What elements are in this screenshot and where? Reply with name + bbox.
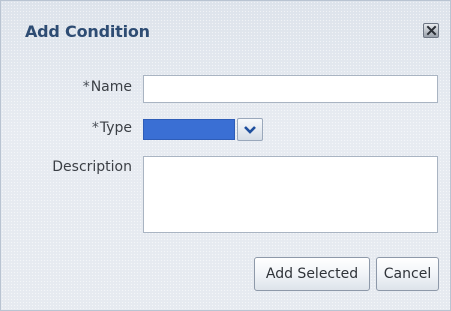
chevron-down-icon bbox=[244, 126, 256, 134]
type-dropdown-button[interactable] bbox=[237, 118, 263, 141]
description-label: Description bbox=[52, 159, 132, 175]
name-label: *Name bbox=[83, 79, 132, 95]
name-required-marker: * bbox=[82, 79, 90, 95]
type-label: *Type bbox=[92, 120, 132, 136]
description-textarea[interactable] bbox=[143, 156, 438, 233]
close-button[interactable] bbox=[423, 23, 439, 38]
type-select[interactable] bbox=[143, 119, 235, 140]
close-icon bbox=[426, 25, 437, 36]
dialog-title: Add Condition bbox=[25, 22, 150, 41]
add-condition-dialog: Add Condition *Name *Type Description Ad… bbox=[0, 0, 451, 311]
type-required-marker: * bbox=[91, 120, 99, 136]
cancel-button[interactable]: Cancel bbox=[376, 257, 439, 291]
type-label-text: Type bbox=[99, 120, 132, 136]
name-label-text: Name bbox=[90, 79, 132, 95]
add-selected-button[interactable]: Add Selected bbox=[254, 257, 370, 291]
name-input[interactable] bbox=[143, 75, 438, 103]
